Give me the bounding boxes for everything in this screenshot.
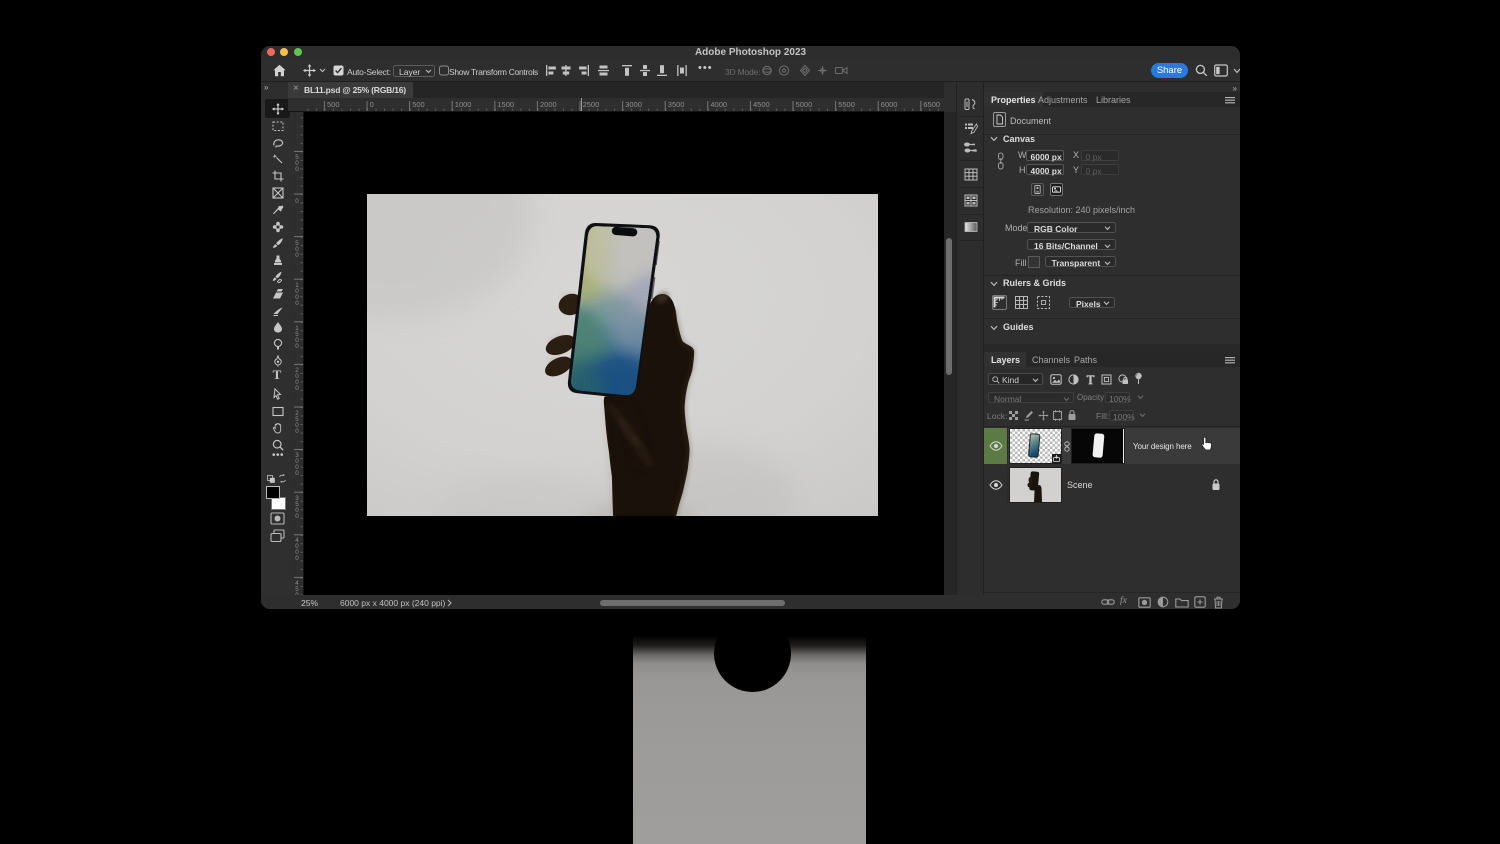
svg-text:4000: 4000 [295, 537, 299, 562]
svg-text:1000: 1000 [295, 282, 299, 307]
svg-text:3500: 3500 [295, 495, 299, 520]
svg-text:3500: 3500 [668, 100, 685, 109]
svg-text:5000: 5000 [796, 100, 813, 109]
svg-text:500: 500 [295, 240, 299, 259]
svg-text:5500: 5500 [838, 100, 855, 109]
svg-text:2500: 2500 [295, 410, 299, 435]
svg-text:4500: 4500 [295, 580, 299, 596]
svg-text:0: 0 [295, 198, 299, 205]
svg-text:0: 0 [370, 100, 374, 109]
svg-text:1500: 1500 [295, 325, 299, 350]
svg-text:500: 500 [327, 100, 340, 109]
svg-text:2000: 2000 [540, 100, 557, 109]
svg-text:4000: 4000 [710, 100, 727, 109]
svg-text:6000: 6000 [881, 100, 898, 109]
svg-text:2500: 2500 [583, 100, 600, 109]
svg-text:3000: 3000 [295, 452, 299, 477]
svg-text:6500: 6500 [923, 100, 940, 109]
svg-text:500: 500 [295, 154, 299, 173]
svg-text:4500: 4500 [753, 100, 770, 109]
svg-text:500: 500 [412, 100, 425, 109]
svg-text:1500: 1500 [497, 100, 514, 109]
svg-text:2000: 2000 [295, 367, 299, 392]
svg-text:1000: 1000 [455, 100, 472, 109]
svg-text:3000: 3000 [625, 100, 642, 109]
